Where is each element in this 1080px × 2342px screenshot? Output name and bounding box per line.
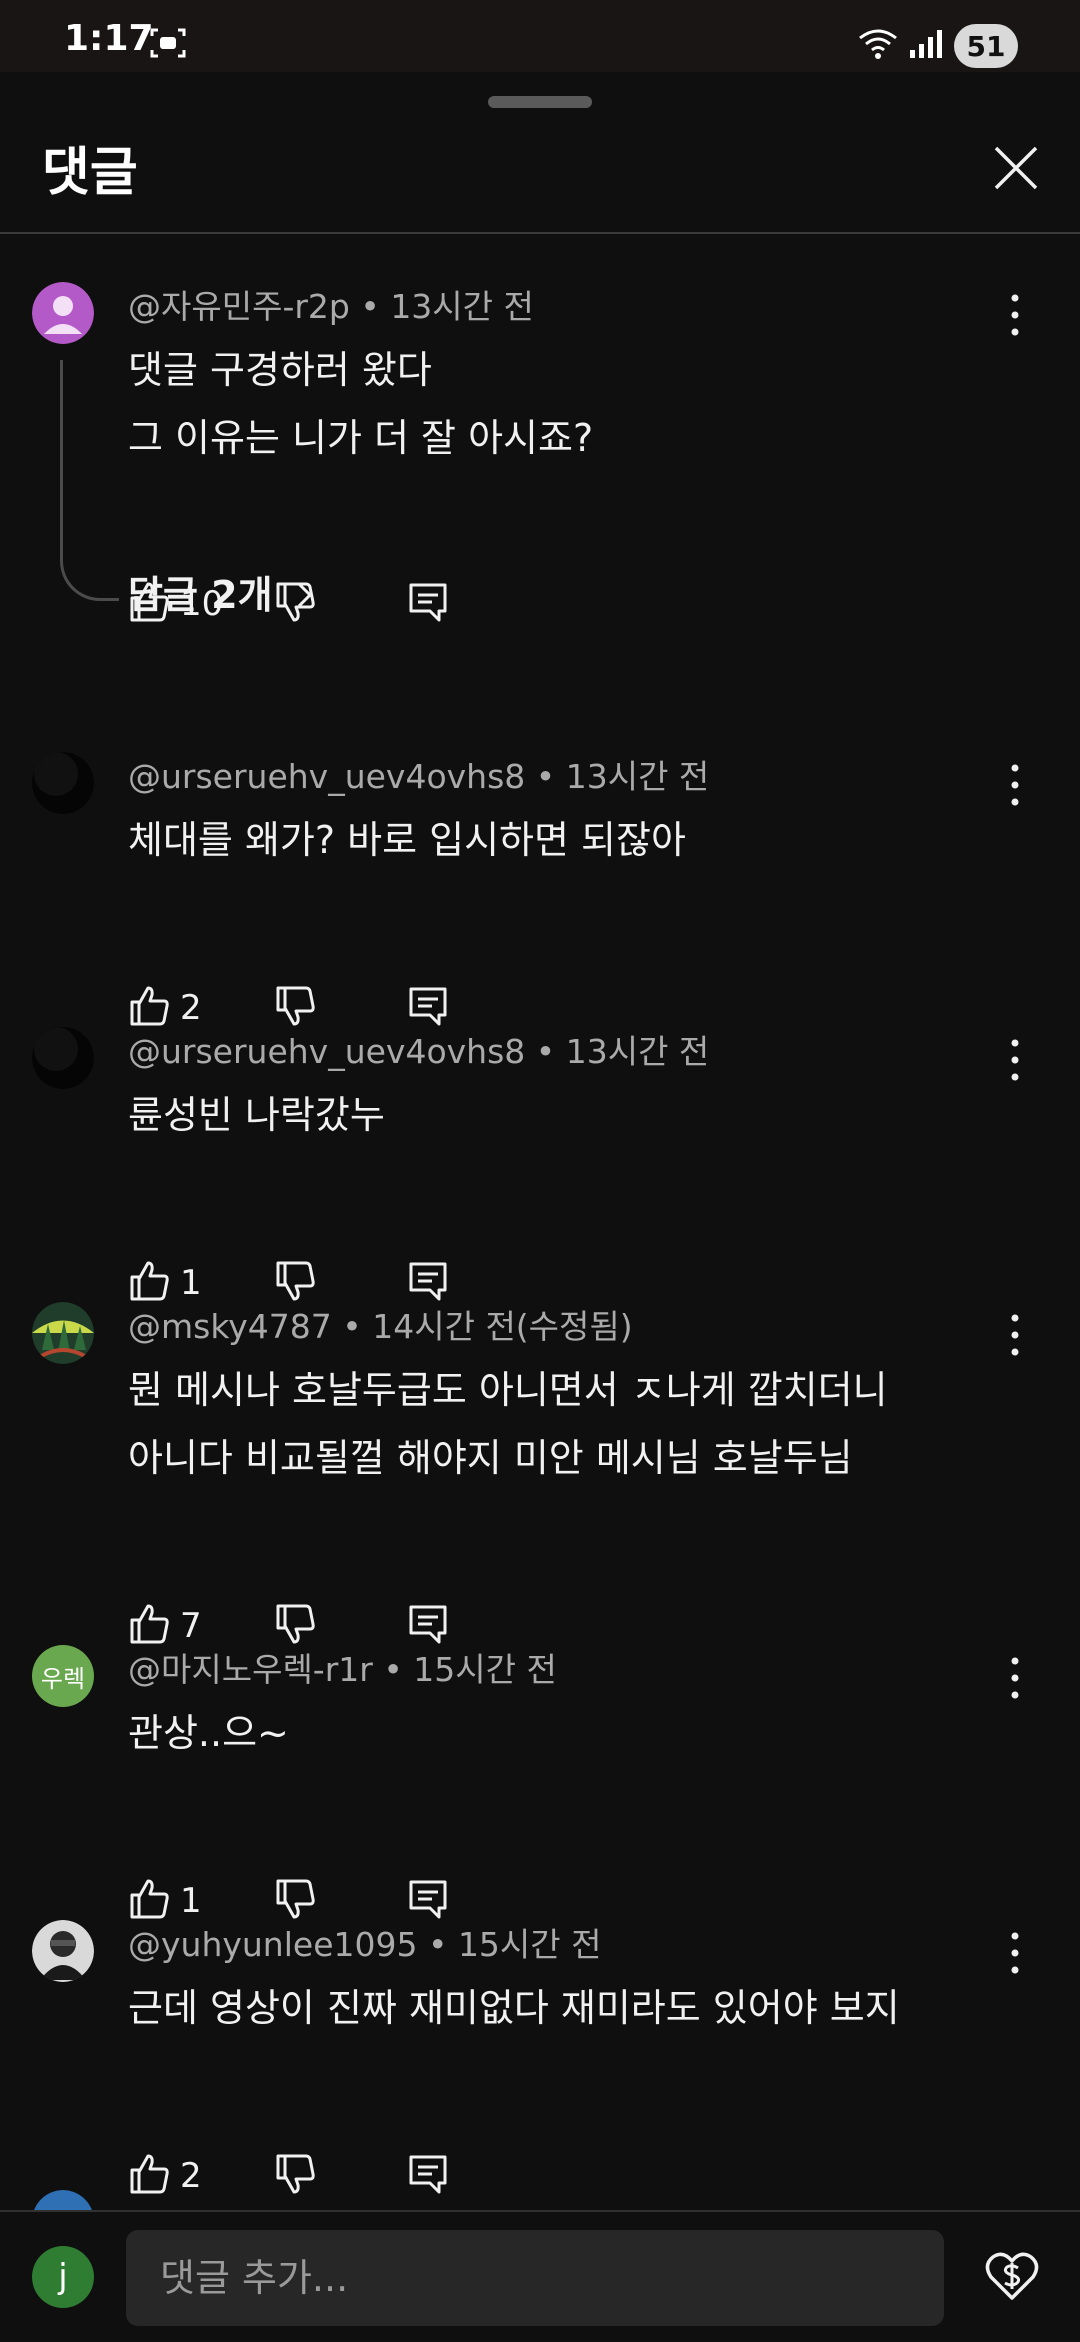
reply-icon[interactable] [406,1259,450,1303]
comment-author[interactable]: @마지노우렉-r1r [128,1650,373,1689]
thumbs-down-icon[interactable] [274,984,318,1028]
wifi-icon [859,29,897,59]
more-options-icon[interactable] [1000,1653,1030,1703]
avatar[interactable]: 우렉 [32,1645,94,1707]
reply-icon[interactable] [406,2152,450,2196]
reply-icon[interactable] [406,984,450,1028]
comment-meta: @마지노우렉-r1r • 15시간 전 [128,1650,557,1689]
avatar-initials: 우렉 [40,1664,86,1693]
drag-handle[interactable] [488,96,592,108]
chevron-right-icon [297,582,312,608]
thumbs-up-icon[interactable] [128,1602,172,1646]
comment-actions: 2 [128,2152,528,2208]
more-options-icon[interactable] [1000,760,1030,810]
comment-line: 근데 영상이 진짜 재미없다 재미라도 있어야 보지 [128,1986,900,2030]
reply-icon[interactable] [406,580,450,624]
header-divider [0,232,1080,234]
my-avatar[interactable]: j [32,2246,94,2308]
thumbs-down-icon[interactable] [274,1259,318,1303]
comment-time: 15시간 전 [413,1650,557,1689]
comment-composer: j 댓글 추가... [0,2210,1080,2342]
comment-author[interactable]: @urseruehv_uev4ovhs8 [128,757,525,796]
avatar[interactable] [32,1920,94,1982]
comment-text: 관상..으~ [128,1699,1008,1767]
comment-meta: @msky4787 • 14시간 전(수정됨) [128,1307,633,1346]
comment-line: 체대를 왜가? 바로 입시하면 되잖아 [128,818,686,862]
comment-line: 륜성빈 나락갔누 [128,1093,385,1137]
comment-author[interactable]: @yuhyunlee1095 [128,1925,417,1964]
comment-time: 13시간 전 [565,1032,710,1071]
comment-text: 륜성빈 나락갔누 [128,1081,1008,1149]
thumbs-down-icon[interactable] [274,1602,318,1646]
like-count: 2 [180,2156,202,2196]
super-thanks-icon[interactable] [984,2248,1040,2304]
comment-line: 뭔 메시나 호날두급도 아니면서 ㅈ나게 깝치더니 [128,1368,888,1412]
comment-line: 아니다 비교될껄 해야지 미안 메시님 호날두님 [128,1436,853,1480]
status-bar: 1:17 51 [0,0,1080,72]
comment-text: 댓글 구경하러 왔다 그 이유는 니가 더 잘 아시죠? [128,336,1008,472]
comment-time: 14시간 전(수정됨) [372,1307,633,1346]
battery-indicator: 51 [954,24,1018,68]
thumbs-up-icon[interactable] [128,984,172,1028]
comment-time: 15시간 전 [457,1925,602,1964]
comment-author[interactable]: @msky4787 [128,1307,332,1346]
comment-line: 관상..으~ [128,1711,289,1755]
like-count: 1 [180,1263,202,1303]
view-replies-button[interactable]: 답글 2개 [128,564,316,619]
add-comment-input[interactable]: 댓글 추가... [126,2230,944,2326]
like-count: 7 [180,1606,202,1646]
comment-author[interactable]: @자유민주-r2p [128,287,350,326]
comment-meta: @yuhyunlee1095 • 15시간 전 [128,1925,602,1964]
thumbs-down-icon[interactable] [274,2152,318,2196]
thumbs-up-icon[interactable] [128,2152,172,2196]
comment-meta: @urseruehv_uev4ovhs8 • 13시간 전 [128,757,710,796]
avatar[interactable] [32,282,94,344]
comment-line: 댓글 구경하러 왔다 [128,348,432,392]
comment-text: 근데 영상이 진짜 재미없다 재미라도 있어야 보지 [128,1974,1008,2042]
reply-icon[interactable] [406,1877,450,1921]
sheet-title: 댓글 [42,143,138,203]
thumbs-down-icon[interactable] [274,1877,318,1921]
comments-sheet: 댓글 @자유민주-r2p • 13시간 전 댓글 구경하러 왔다 그 이유는 니… [0,72,1080,2340]
like-count: 1 [180,1881,202,1921]
thumbs-up-icon[interactable] [128,1877,172,1921]
comment-time: 13시간 전 [390,287,534,326]
more-options-icon[interactable] [1000,1035,1030,1085]
comment-line: 그 이유는 니가 더 잘 아시죠? [128,416,594,460]
comment-text: 체대를 왜가? 바로 입시하면 되잖아 [128,806,1008,874]
replies-label: 답글 2개 [128,573,273,617]
comment-text: 뭔 메시나 호날두급도 아니면서 ㅈ나게 깝치더니 아니다 비교될껄 해야지 미… [128,1356,1008,1492]
avatar[interactable] [32,752,94,814]
comment-meta: @자유민주-r2p • 13시간 전 [128,287,534,326]
comment-time: 13시간 전 [565,757,710,796]
thumbs-up-icon[interactable] [128,1259,172,1303]
more-options-icon[interactable] [1000,290,1030,340]
reply-icon[interactable] [406,1602,450,1646]
comment-author[interactable]: @urseruehv_uev4ovhs8 [128,1032,525,1071]
avatar[interactable] [32,1302,94,1364]
comment-meta: @urseruehv_uev4ovhs8 • 13시간 전 [128,1032,710,1071]
more-options-icon[interactable] [1000,1310,1030,1360]
more-options-icon[interactable] [1000,1928,1030,1978]
screen-record-icon [150,28,186,58]
avatar[interactable] [32,1027,94,1089]
status-time: 1:17 [64,18,154,59]
close-icon[interactable] [990,142,1042,194]
reply-thread-line [60,360,119,601]
signal-icon [910,30,942,58]
like-count: 2 [180,988,202,1028]
